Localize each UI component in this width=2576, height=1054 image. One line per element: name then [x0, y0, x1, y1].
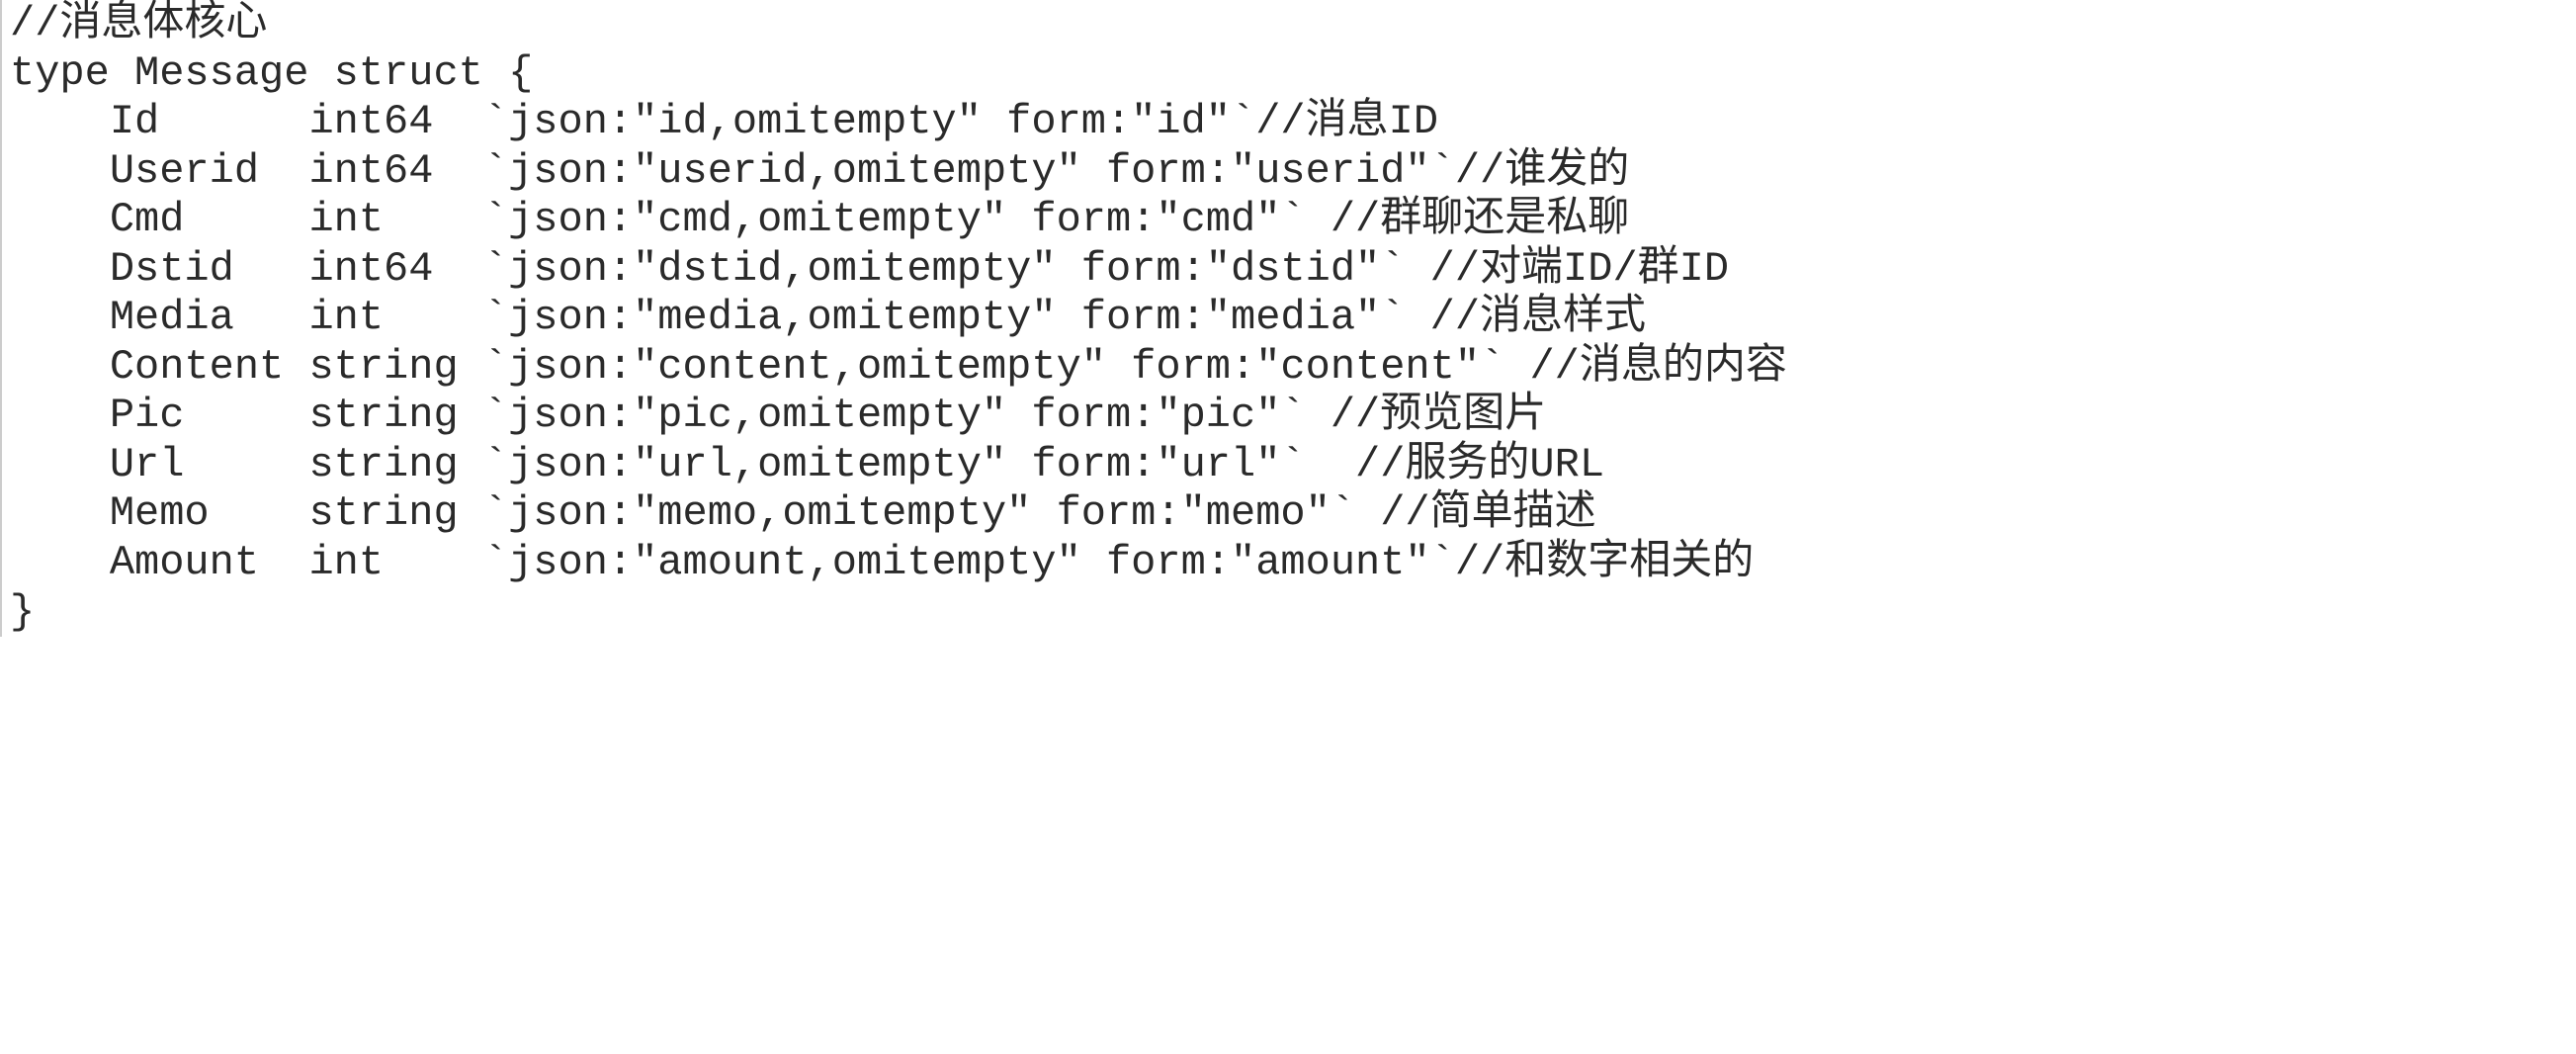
code-line-8: Content string `json:"content,omitempty"… [10, 343, 1787, 391]
code-line-13: } [10, 588, 35, 636]
code-content: //消息体核心 type Message struct { Id int64 `… [10, 0, 2576, 637]
code-line-3: Id int64 `json:"id,omitempty" form:"id"`… [10, 98, 1438, 145]
code-line-4: Userid int64 `json:"userid,omitempty" fo… [10, 147, 1629, 195]
code-line-7: Media int `json:"media,omitempty" form:"… [10, 294, 1646, 341]
code-line-5: Cmd int `json:"cmd,omitempty" form:"cmd"… [10, 196, 1629, 243]
code-block: //消息体核心 type Message struct { Id int64 `… [0, 0, 2576, 637]
code-line-12: Amount int `json:"amount,omitempty" form… [10, 539, 1754, 586]
code-line-9: Pic string `json:"pic,omitempty" form:"p… [10, 392, 1546, 439]
code-line-10: Url string `json:"url,omitempty" form:"u… [10, 441, 1604, 488]
code-line-6: Dstid int64 `json:"dstid,omitempty" form… [10, 245, 1729, 293]
code-line-11: Memo string `json:"memo,omitempty" form:… [10, 489, 1596, 537]
code-line-1: //消息体核心 [10, 0, 267, 47]
code-line-2: type Message struct { [10, 49, 533, 97]
